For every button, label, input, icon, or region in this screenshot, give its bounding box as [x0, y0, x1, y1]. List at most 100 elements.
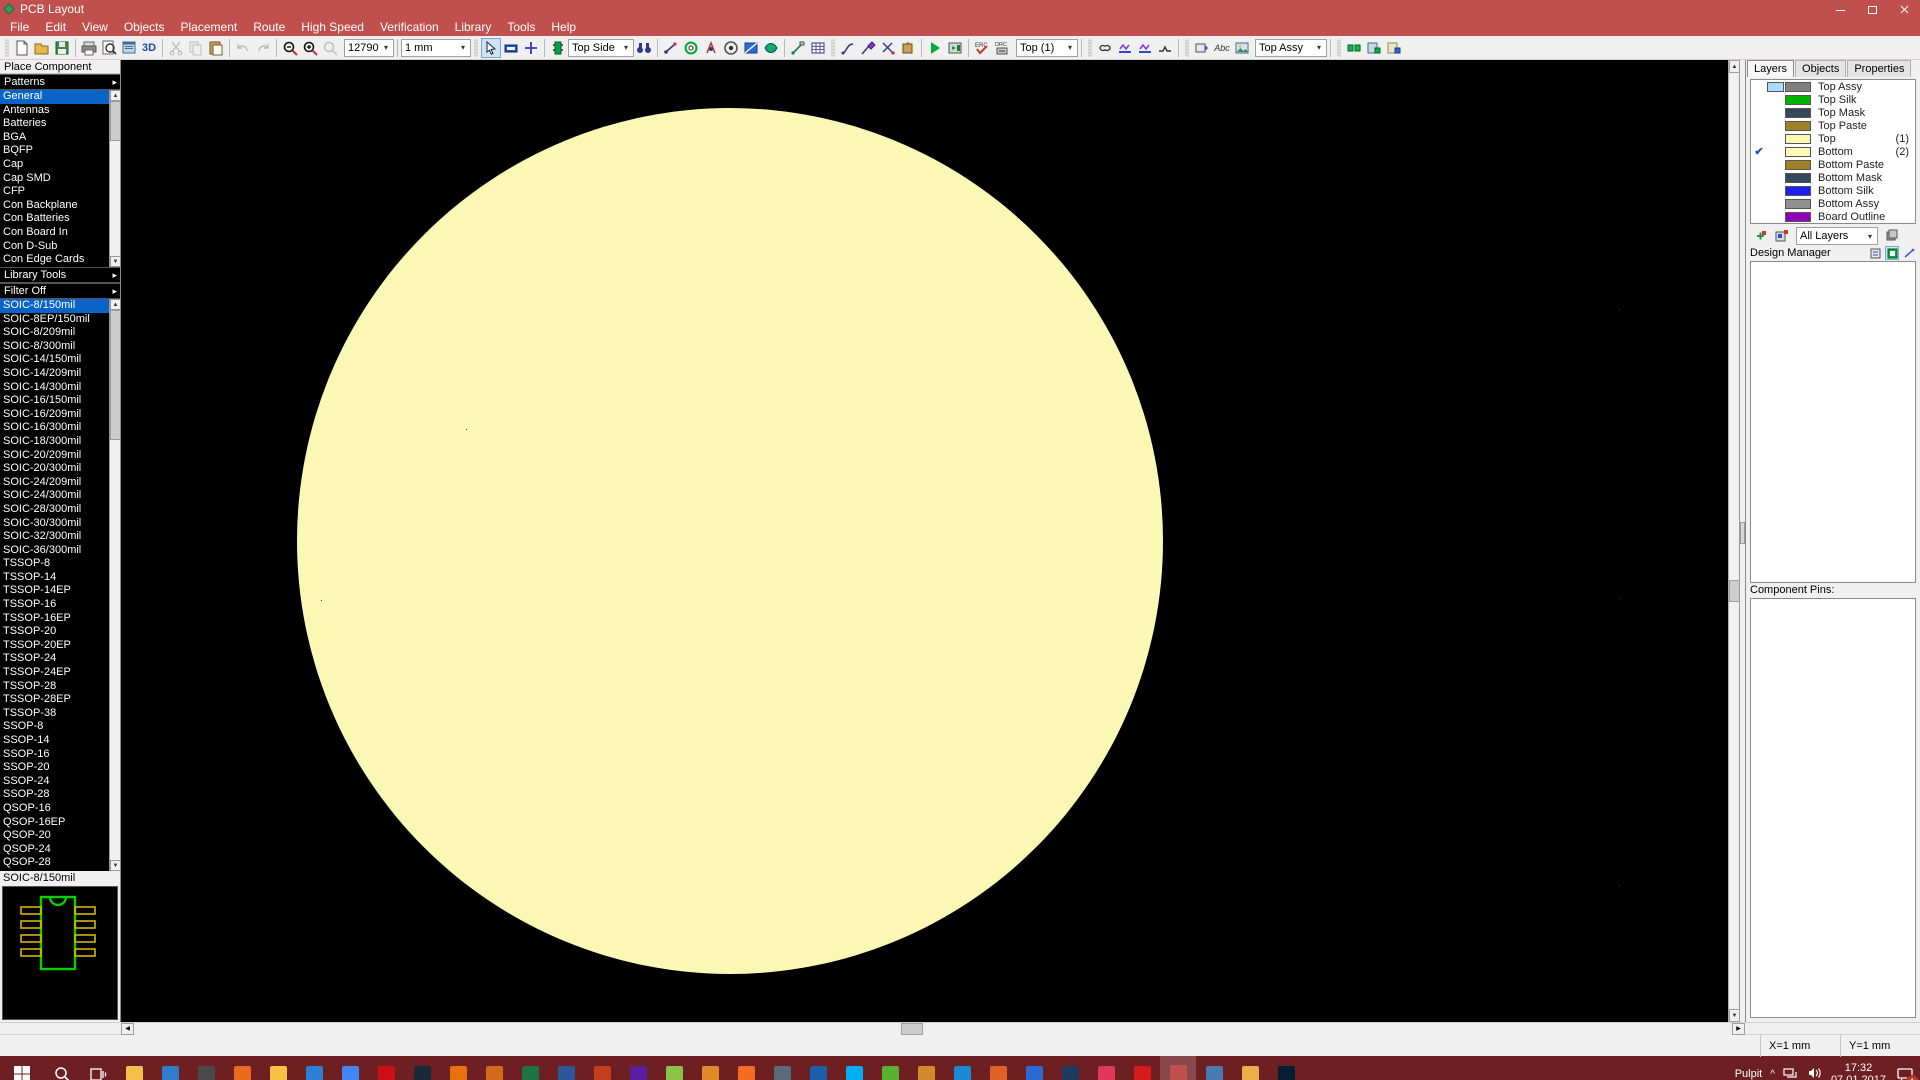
component-list-item[interactable]: SOIC-28/300mil: [0, 503, 120, 517]
component-list-item[interactable]: SOIC-20/300mil: [0, 462, 120, 476]
assy-layer-combo[interactable]: Top Assy ▾: [1255, 38, 1327, 57]
dm-components-icon[interactable]: [1885, 246, 1899, 260]
route-step-icon[interactable]: [945, 38, 965, 58]
toolbar-grip[interactable]: [831, 38, 835, 57]
pattern-list-item[interactable]: Con Board In: [0, 226, 120, 240]
taskbar-app-mail[interactable]: [152, 1056, 188, 1080]
place-component-icon[interactable]: [501, 38, 521, 58]
taskbar-app-outlook-r[interactable]: [584, 1056, 620, 1080]
component-list-item[interactable]: SSOP-20: [0, 761, 120, 775]
drill-icon[interactable]: [721, 38, 741, 58]
layer-color-swatch[interactable]: [1785, 94, 1811, 105]
menu-edit[interactable]: Edit: [37, 18, 74, 36]
text-tool-icon[interactable]: Abc: [1212, 38, 1232, 58]
component-list-item[interactable]: SOIC-20/209mil: [0, 449, 120, 463]
pattern-list-item[interactable]: Con Edge Cards: [0, 253, 120, 267]
component-list-item[interactable]: TSSOP-20EP: [0, 639, 120, 653]
layer-stack-icon[interactable]: [1884, 228, 1900, 244]
toolbar-grip[interactable]: [1337, 38, 1341, 57]
layer-highlight-swatch[interactable]: [1767, 108, 1784, 118]
image-icon[interactable]: [1232, 38, 1252, 58]
component-list-item[interactable]: QSOP-16EP: [0, 816, 120, 830]
network-icon[interactable]: [1783, 1066, 1799, 1080]
print-icon[interactable]: [79, 38, 99, 58]
taskbar-app-firefox-dev[interactable]: [980, 1056, 1016, 1080]
component-list-item[interactable]: SOIC-16/150mil: [0, 394, 120, 408]
cut-icon[interactable]: [166, 38, 186, 58]
taskbar-app-opera-gx[interactable]: [1124, 1056, 1160, 1080]
menu-view[interactable]: View: [74, 18, 116, 36]
component-list-item[interactable]: SOIC-24/209mil: [0, 476, 120, 490]
layer-row[interactable]: Top Paste: [1751, 119, 1915, 132]
taskbar-app-opera[interactable]: [368, 1056, 404, 1080]
pattern-list-item[interactable]: BGA: [0, 131, 120, 145]
menu-verification[interactable]: Verification: [372, 18, 447, 36]
length-tune-icon[interactable]: [1155, 38, 1175, 58]
drc-check-icon[interactable]: ERC: [972, 38, 992, 58]
new-file-icon[interactable]: [12, 38, 32, 58]
layer-highlight-swatch[interactable]: [1767, 160, 1784, 170]
component-list-item[interactable]: SOIC-14/300mil: [0, 381, 120, 395]
taskbar-app-photoshop-a[interactable]: [1052, 1056, 1088, 1080]
pattern-list-item[interactable]: Batteries: [0, 117, 120, 131]
task-view-icon[interactable]: [80, 1056, 116, 1080]
trace-icon[interactable]: [661, 38, 681, 58]
layer-row[interactable]: Bottom Assy: [1751, 197, 1915, 210]
taskbar-app-chrome-canary[interactable]: [260, 1056, 296, 1080]
taskbar-app-calculator[interactable]: [188, 1056, 224, 1080]
notifications-icon[interactable]: 1: [1894, 1063, 1919, 1080]
pattern-list-item[interactable]: Con Backplane: [0, 199, 120, 213]
design-manager-list[interactable]: [1750, 261, 1916, 583]
taskbar-app-torrent[interactable]: [872, 1056, 908, 1080]
component-list-item[interactable]: QSOP-28: [0, 856, 120, 870]
layer-highlight-swatch[interactable]: [1767, 186, 1784, 196]
taskbar-app-vlc[interactable]: [440, 1056, 476, 1080]
taskbar-app-vegas[interactable]: [620, 1056, 656, 1080]
component-list-item[interactable]: SOIC-36/300mil: [0, 544, 120, 558]
layer-highlight-swatch[interactable]: [1767, 95, 1784, 105]
grid-icon[interactable]: [808, 38, 828, 58]
copper-pour-icon[interactable]: [761, 38, 781, 58]
zoom-window-icon[interactable]: [320, 38, 340, 58]
taskbar-app-teamspeak[interactable]: [800, 1056, 836, 1080]
paste-route-icon[interactable]: [898, 38, 918, 58]
component-list-item[interactable]: SOIC-24/300mil: [0, 489, 120, 503]
layer-color-swatch[interactable]: [1785, 185, 1811, 196]
layer-color-swatch[interactable]: [1785, 146, 1811, 157]
redo-icon[interactable]: [253, 38, 273, 58]
taskbar-app-firefox[interactable]: [224, 1056, 260, 1080]
layer-row[interactable]: Top Assy: [1751, 80, 1915, 93]
component-list-item[interactable]: SOIC-16/300mil: [0, 421, 120, 435]
layer-color-swatch[interactable]: [1785, 133, 1811, 144]
scroll-down-icon[interactable]: ▼: [110, 860, 120, 871]
maximize-button[interactable]: [1856, 0, 1888, 18]
pattern-list-item[interactable]: Cap: [0, 158, 120, 172]
gerber-export-icon[interactable]: [1364, 38, 1384, 58]
measure-icon[interactable]: [788, 38, 808, 58]
component-list-item[interactable]: SSOP-16: [0, 748, 120, 762]
panel-splitter[interactable]: [1739, 60, 1745, 1022]
view-3d-button[interactable]: 3D: [139, 38, 159, 58]
paste-icon[interactable]: [206, 38, 226, 58]
component-list-item[interactable]: TSSOP-14: [0, 571, 120, 585]
pcb-canvas-area[interactable]: ▲ ▼: [121, 60, 1745, 1022]
active-layer-combo[interactable]: Top (1) ▾: [1016, 38, 1078, 57]
layer-checked-icon[interactable]: ✔: [1751, 145, 1767, 158]
taskbar-app-itunes[interactable]: [1088, 1056, 1124, 1080]
menu-route[interactable]: Route: [245, 18, 293, 36]
component-list-item[interactable]: TSSOP-28EP: [0, 693, 120, 707]
toolbar-grip[interactable]: [474, 38, 478, 57]
layer-highlight-swatch[interactable]: [1767, 173, 1784, 183]
layer-row[interactable]: Bottom Mask: [1751, 171, 1915, 184]
layer-highlight-swatch[interactable]: [1767, 81, 1784, 92]
layer-color-swatch[interactable]: [1785, 120, 1811, 131]
manufacturing-icon[interactable]: [1384, 38, 1404, 58]
patterns-scrollbar[interactable]: ▲ ▼: [109, 90, 120, 267]
taskbar-app-photoshop[interactable]: [1268, 1056, 1304, 1080]
pattern-list-item[interactable]: CFP: [0, 185, 120, 199]
taskbar-app-media-player[interactable]: [692, 1056, 728, 1080]
pattern-list-item[interactable]: General: [0, 90, 120, 104]
open-file-icon[interactable]: [32, 38, 52, 58]
taskbar-app-splash[interactable]: [1232, 1056, 1268, 1080]
search-icon[interactable]: [44, 1056, 80, 1080]
